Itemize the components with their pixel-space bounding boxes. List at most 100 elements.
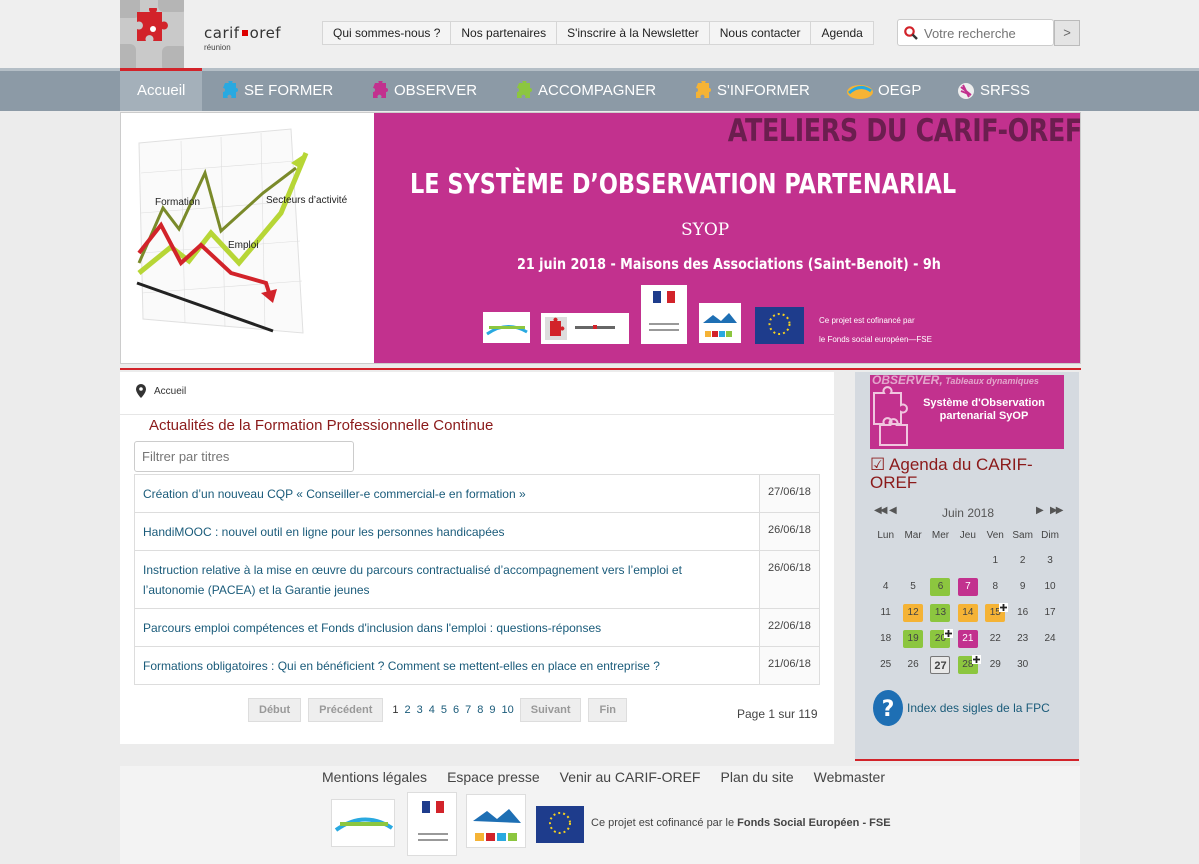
pager-page[interactable]: 10	[502, 704, 514, 716]
calendar-day[interactable]: 23	[1013, 630, 1033, 648]
calendar-day-cell[interactable]: 13	[927, 600, 954, 626]
calendar-day-cell[interactable]: 16	[1009, 600, 1036, 626]
acronym-index-link[interactable]: ? Index des sigles de la FPC	[872, 689, 1050, 727]
pager-page[interactable]: 4	[429, 704, 435, 716]
calendar-day[interactable]: 2	[1013, 552, 1033, 570]
pager-page[interactable]: 3	[417, 704, 423, 716]
footer-link-mentions[interactable]: Mentions légales	[322, 769, 427, 785]
calendar-day[interactable]: 24	[1040, 630, 1060, 648]
calendar-day-cell[interactable]: 8	[982, 574, 1009, 600]
calendar-day[interactable]: 30	[1013, 656, 1033, 674]
footer-link-venir[interactable]: Venir au CARIF-OREF	[560, 769, 701, 785]
calendar-day-cell[interactable]: 26	[899, 652, 926, 678]
nav-observer[interactable]: OBSERVER	[370, 71, 477, 111]
calendar-day[interactable]: 8	[985, 578, 1005, 596]
calendar-day-cell[interactable]: 24	[1036, 626, 1063, 652]
pager-page[interactable]: 7	[465, 704, 471, 716]
event-banner[interactable]: Formation Secteurs d’activité Emploi ATE…	[120, 112, 1081, 364]
link-nos-partenaires[interactable]: Nos partenaires	[451, 22, 558, 44]
news-title-link[interactable]: Instruction relative à la mise en œuvre …	[134, 550, 760, 609]
calendar-day-cell[interactable]: 4	[872, 574, 899, 600]
calendar-day-cell[interactable]: 3	[1036, 548, 1063, 574]
pager-page[interactable]: 8	[477, 704, 483, 716]
calendar-day-cell[interactable]: 14	[954, 600, 981, 626]
calendar-day[interactable]: 11	[876, 604, 896, 622]
calendar-day-cell[interactable]: 11	[872, 600, 899, 626]
nav-accompagner[interactable]: ACCOMPAGNER	[514, 71, 656, 111]
calendar-day[interactable]: 29	[985, 656, 1005, 674]
calendar-day-cell[interactable]: 12	[899, 600, 926, 626]
calendar-day-cell[interactable]: 15	[982, 600, 1009, 626]
calendar-day[interactable]: 26	[903, 656, 923, 674]
pager-next-button[interactable]: Suivant	[519, 698, 582, 722]
calendar-event-day[interactable]: 7	[957, 578, 978, 596]
calendar-event-day[interactable]: 13	[930, 604, 951, 622]
site-logo[interactable]: carif oref réunion	[120, 0, 305, 68]
calendar-event-day[interactable]: 19	[903, 630, 924, 648]
calendar-event-day[interactable]: 12	[903, 604, 924, 622]
link-agenda[interactable]: Agenda	[811, 22, 872, 44]
calendar-day-cell[interactable]: 19	[899, 626, 926, 652]
calendar-day-cell[interactable]: 20	[927, 626, 954, 652]
nav-accueil[interactable]: Accueil	[120, 68, 203, 111]
news-title-link[interactable]: HandiMOOC : nouvel outil en ligne pour l…	[134, 512, 760, 551]
calendar-day-cell[interactable]: 22	[982, 626, 1009, 652]
calendar-day[interactable]: 3	[1040, 552, 1060, 570]
pager-page[interactable]: 2	[405, 704, 411, 716]
calendar-day-cell[interactable]: 1	[982, 548, 1009, 574]
news-title-link[interactable]: Création d’un nouveau CQP « Conseiller-e…	[134, 474, 760, 513]
nav-srfss[interactable]: SRFSS	[956, 71, 1030, 111]
calendar-day-cell[interactable]: 6	[927, 574, 954, 600]
link-nous-contacter[interactable]: Nous contacter	[710, 22, 812, 44]
pager-page[interactable]: 5	[441, 704, 447, 716]
calendar-day-cell[interactable]: 28	[954, 652, 981, 678]
link-newsletter[interactable]: S'inscrire à la Newsletter	[557, 22, 710, 44]
pager-last-button[interactable]: Fin	[588, 698, 627, 722]
calendar-day-cell[interactable]: 18	[872, 626, 899, 652]
link-qui-sommes-nous[interactable]: Qui sommes-nous ?	[323, 22, 452, 44]
calendar-day-cell[interactable]: 10	[1036, 574, 1063, 600]
calendar-day[interactable]: 25	[876, 656, 896, 674]
next-month-icon[interactable]: ▶	[1036, 505, 1044, 516]
syop-promo-banner[interactable]: OBSERVER, Tableaux dynamiques Système d'…	[870, 375, 1064, 449]
pager-page[interactable]: 6	[453, 704, 459, 716]
calendar-day[interactable]: 16	[1013, 604, 1033, 622]
news-title-link[interactable]: Formations obligatoires : Qui en bénéfic…	[134, 646, 760, 685]
calendar-day-cell[interactable]: 30	[1009, 652, 1036, 678]
search-input[interactable]	[924, 23, 1050, 43]
nav-se-former[interactable]: SE FORMER	[220, 71, 333, 111]
footer-link-plan[interactable]: Plan du site	[721, 769, 794, 785]
calendar-day[interactable]: 18	[876, 630, 896, 648]
pager-first-button[interactable]: Début	[248, 698, 302, 722]
calendar-day[interactable]: 27	[930, 656, 951, 674]
calendar-event-day[interactable]: 14	[957, 604, 978, 622]
footer-link-presse[interactable]: Espace presse	[447, 769, 540, 785]
search-submit-button[interactable]: >	[1054, 20, 1080, 46]
calendar-day-cell[interactable]: 23	[1009, 626, 1036, 652]
calendar-day[interactable]: 1	[985, 552, 1005, 570]
calendar-day-cell[interactable]: 25	[872, 652, 899, 678]
breadcrumb-home[interactable]: Accueil	[154, 386, 186, 397]
news-title-link[interactable]: Parcours emploi compétences et Fonds d'i…	[134, 608, 760, 647]
calendar-day[interactable]: 10	[1040, 578, 1060, 596]
calendar-day-cell[interactable]: 2	[1009, 548, 1036, 574]
calendar-day[interactable]: 17	[1040, 604, 1060, 622]
filter-titles-input[interactable]	[134, 441, 354, 472]
calendar-day-cell[interactable]: 7	[954, 574, 981, 600]
calendar-day[interactable]: 4	[876, 578, 896, 596]
calendar-day[interactable]: 22	[985, 630, 1005, 648]
pager-page[interactable]: 9	[489, 704, 495, 716]
calendar-day-cell[interactable]: 17	[1036, 600, 1063, 626]
calendar-day[interactable]: 5	[903, 578, 923, 596]
calendar-day-cell[interactable]: 5	[899, 574, 926, 600]
calendar-day-cell[interactable]: 9	[1009, 574, 1036, 600]
calendar-day[interactable]: 9	[1013, 578, 1033, 596]
nav-s-informer[interactable]: S'INFORMER	[693, 71, 810, 111]
pager-prev-button[interactable]: Précédent	[308, 698, 384, 722]
footer-link-webmaster[interactable]: Webmaster	[814, 769, 885, 785]
calendar-event-day[interactable]: 6	[930, 578, 951, 596]
calendar-day-cell[interactable]: 29	[982, 652, 1009, 678]
next-year-icon[interactable]: ▶▶	[1050, 505, 1063, 516]
calendar-event-day[interactable]: 21	[957, 630, 978, 648]
calendar-day-cell[interactable]: 27	[927, 652, 954, 678]
